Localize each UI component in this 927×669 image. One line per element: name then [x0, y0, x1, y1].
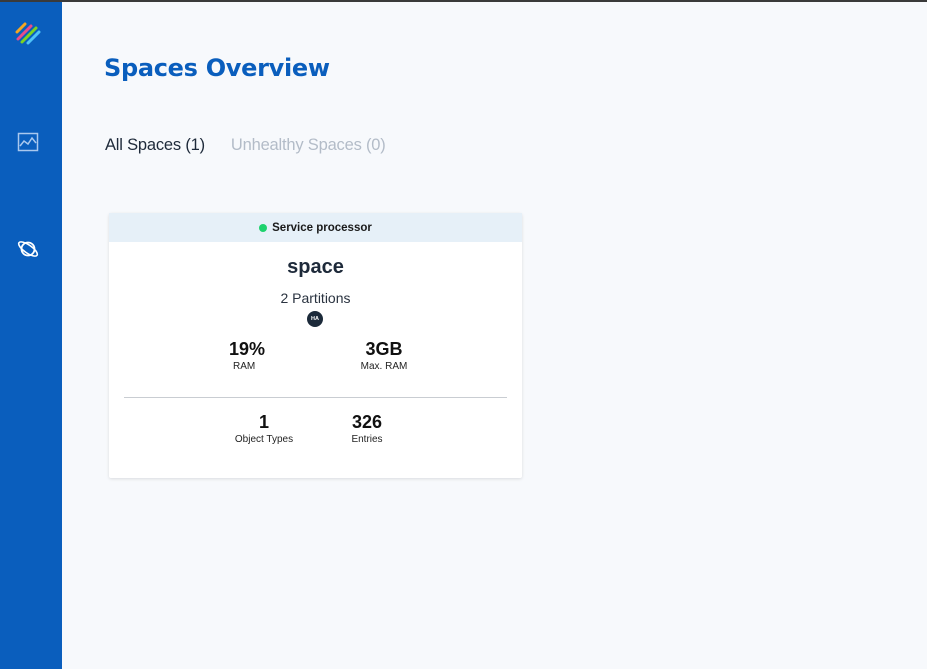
tab-bar: All Spaces (1) Unhealthy Spaces (0): [105, 136, 386, 155]
entries-value: 326: [351, 412, 383, 432]
partitions-count: 2 Partitions: [280, 290, 351, 306]
object-types-value: 1: [258, 412, 269, 432]
ram-value: 19%: [228, 339, 266, 359]
tab-all-spaces[interactable]: All Spaces (1): [105, 136, 205, 155]
entries-label: Entries: [351, 434, 383, 445]
space-name[interactable]: space: [109, 256, 522, 279]
planet-icon[interactable]: [15, 236, 41, 262]
max-ram-label: Max. RAM: [360, 361, 408, 372]
status-dot-icon: [259, 223, 268, 232]
object-types-label: Object Types: [234, 434, 294, 445]
processor-label: Service processor: [272, 221, 372, 234]
page-title: Spaces Overview: [104, 54, 330, 82]
chart-icon[interactable]: [15, 129, 41, 155]
tab-unhealthy-spaces[interactable]: Unhealthy Spaces (0): [231, 136, 386, 155]
card-divider: [124, 397, 507, 398]
object-types-stat: 1 Object Types: [228, 412, 300, 445]
entries-stat: 326 Entries: [345, 412, 389, 445]
max-ram-value: 3GB: [365, 339, 403, 359]
space-card[interactable]: Service processor space 2 Partitions HA …: [109, 213, 522, 478]
max-ram-stat: 3GB Max. RAM: [354, 339, 414, 372]
ram-label: RAM: [233, 361, 256, 372]
sidebar: [0, 2, 62, 669]
logo-icon[interactable]: [15, 20, 41, 46]
ram-stat: 19% RAM: [217, 339, 277, 372]
card-header: Service processor: [109, 213, 522, 242]
ha-badge: HA: [307, 311, 323, 327]
main-content: Spaces Overview All Spaces (1) Unhealthy…: [62, 2, 927, 669]
